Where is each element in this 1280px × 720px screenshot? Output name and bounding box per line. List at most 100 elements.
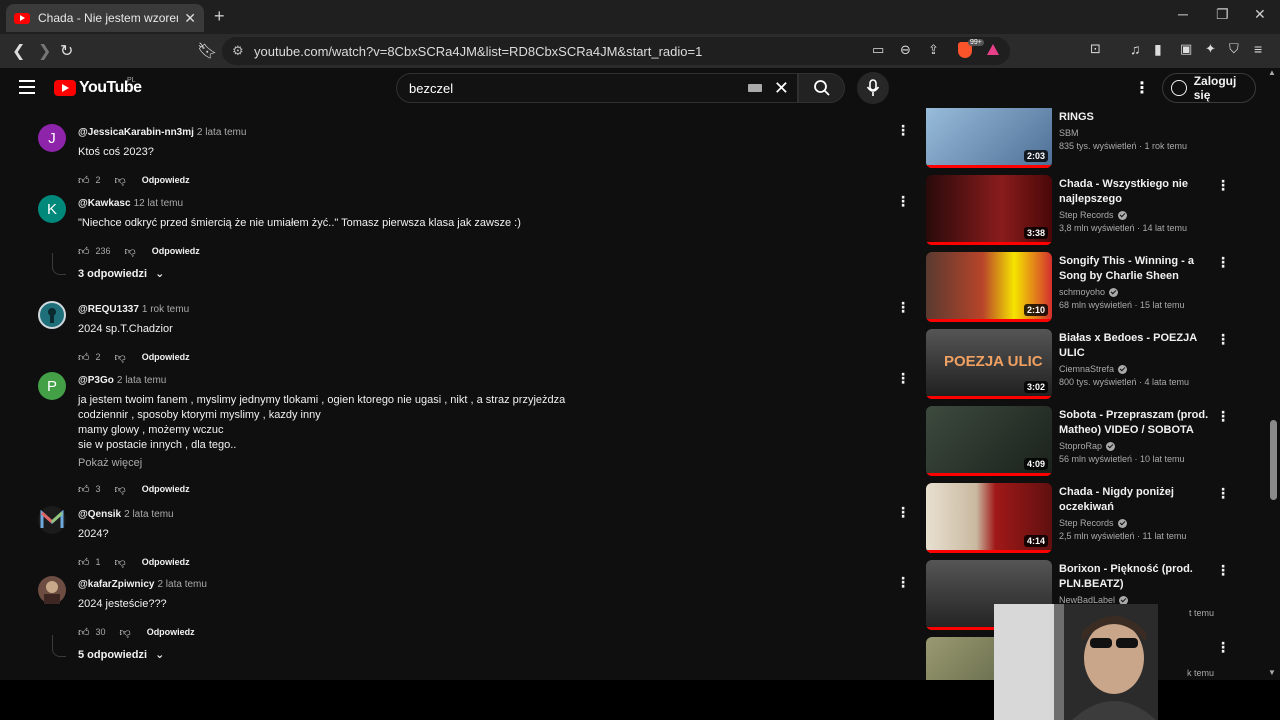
dislike-icon[interactable]: 👎︎: [115, 351, 126, 364]
channel-name[interactable]: StoproRap: [1059, 441, 1102, 451]
leo-ai-icon[interactable]: ✦: [1205, 41, 1216, 57]
comment-menu-icon[interactable]: ⋮: [896, 193, 910, 210]
scroll-up-icon[interactable]: ▲: [1268, 68, 1276, 77]
avatar[interactable]: K: [38, 195, 66, 223]
related-video[interactable]: 4:14 Chada - Nigdy poniżej oczekiwań Ste…: [926, 483, 1230, 555]
like-icon[interactable]: 👍︎: [78, 245, 90, 258]
share-icon[interactable]: ⇪: [928, 42, 939, 58]
video-menu-icon[interactable]: ⋮: [1216, 177, 1230, 194]
video-thumbnail[interactable]: POEZJA ULIC 3:02: [926, 329, 1052, 399]
comment-age[interactable]: 1 rok temu: [142, 304, 189, 315]
related-video[interactable]: 2:10 Songify This - Winning - a Song by …: [926, 252, 1230, 324]
browser-tab-active[interactable]: Chada - Nie jestem wzorem świ ✕: [6, 4, 204, 32]
comment-age[interactable]: 2 lata temu: [124, 509, 173, 520]
media-icon[interactable]: ♫: [1130, 41, 1141, 57]
video-menu-icon[interactable]: ⋮: [1216, 254, 1230, 271]
sign-in-button[interactable]: Zaloguj się: [1162, 73, 1256, 103]
brave-rewards-icon[interactable]: [987, 44, 999, 55]
voice-search-button[interactable]: [857, 72, 889, 104]
video-thumbnail[interactable]: 2:10: [926, 252, 1052, 322]
keyboard-icon[interactable]: [747, 84, 762, 92]
comment-author[interactable]: @kafarZpiwnicy: [78, 579, 154, 590]
video-title[interactable]: Songify This - Winning - a Song by Charl…: [1059, 254, 1214, 284]
close-window-icon[interactable]: ✕: [1254, 6, 1266, 23]
back-icon[interactable]: ❮: [12, 41, 25, 61]
comment-menu-icon[interactable]: ⋮: [896, 299, 910, 316]
related-video[interactable]: 3:38 Chada - Wszystkiego nie najlepszego…: [926, 175, 1230, 247]
video-title[interactable]: Białas x Bedoes - POEZJA ULIC: [1059, 331, 1214, 361]
comment-menu-icon[interactable]: ⋮: [896, 370, 910, 387]
reply-button[interactable]: Odpowiedz: [142, 175, 190, 185]
comment-age[interactable]: 2 lata temu: [117, 375, 166, 386]
scroll-down-icon[interactable]: ▼: [1268, 668, 1276, 677]
video-thumbnail[interactable]: 4:14: [926, 483, 1052, 553]
avatar[interactable]: [38, 576, 66, 604]
video-menu-icon[interactable]: ⋮: [1216, 639, 1230, 656]
video-menu-icon[interactable]: ⋮: [1216, 331, 1230, 348]
view-replies-button[interactable]: 5 odpowiedzi ⌄: [78, 648, 164, 662]
forward-icon[interactable]: ❯: [38, 41, 51, 61]
search-query[interactable]: bezczel: [409, 81, 748, 96]
avatar[interactable]: [38, 506, 66, 534]
video-title[interactable]: Chada - Nigdy poniżej oczekiwań: [1059, 485, 1214, 515]
guide-menu-icon[interactable]: [19, 80, 35, 94]
settings-more-icon[interactable]: ⋮: [1134, 78, 1150, 98]
dislike-icon[interactable]: 👎︎: [125, 245, 136, 258]
wallet-icon[interactable]: ▣: [1180, 41, 1192, 57]
comment-menu-icon[interactable]: ⋮: [896, 122, 910, 139]
comment-age[interactable]: 2 lata temu: [197, 127, 246, 138]
reply-button[interactable]: Odpowiedz: [142, 484, 190, 494]
view-replies-button[interactable]: 3 odpowiedzi ⌄: [78, 267, 164, 281]
show-more-button[interactable]: Pokaż więcej: [78, 457, 878, 469]
channel-name[interactable]: Step Records: [1059, 210, 1114, 220]
zoom-icon[interactable]: ⊖: [900, 42, 911, 58]
address-bar[interactable]: ⚙︎ youtube.com/watch?v=8CbxSCRa4JM&list=…: [222, 37, 1010, 65]
clear-search-icon[interactable]: ✕: [774, 78, 789, 99]
minimize-icon[interactable]: ─: [1178, 6, 1188, 22]
video-menu-icon[interactable]: ⋮: [1216, 408, 1230, 425]
dislike-icon[interactable]: 👎︎: [115, 556, 126, 569]
channel-name[interactable]: SBM: [1059, 128, 1079, 138]
avatar[interactable]: J: [38, 124, 66, 152]
reply-button[interactable]: Odpowiedz: [147, 627, 195, 637]
video-title[interactable]: Borixon - Piękność (prod. PLN.BEATZ): [1059, 562, 1214, 592]
maximize-icon[interactable]: ❐: [1216, 6, 1229, 23]
comment-author[interactable]: @JessicaKarabin-nn3mj: [78, 127, 194, 138]
bookmark-icon[interactable]: 🔖︎: [197, 41, 217, 61]
like-icon[interactable]: 👍︎: [78, 351, 90, 364]
screenshot-icon[interactable]: ⊡: [1090, 41, 1101, 57]
youtube-logo-icon[interactable]: [54, 80, 76, 96]
video-thumbnail[interactable]: 3:38: [926, 175, 1052, 245]
comment-author[interactable]: @Kawkasc: [78, 198, 131, 209]
related-video[interactable]: 2:03 RINGS SBM 835 tys. wyświetleń · 1 r…: [926, 108, 1230, 170]
like-icon[interactable]: 👍︎: [78, 483, 90, 496]
page-scrollbar[interactable]: [1268, 108, 1280, 680]
related-video[interactable]: 4:09 Sobota - Przepraszam (prod. Matheo)…: [926, 406, 1230, 478]
reply-button[interactable]: Odpowiedz: [152, 246, 200, 256]
dislike-icon[interactable]: 👎︎: [115, 174, 126, 187]
video-menu-icon[interactable]: ⋮: [1216, 562, 1230, 579]
dislike-icon[interactable]: 👎︎: [115, 483, 126, 496]
cast-icon[interactable]: ▭: [872, 42, 884, 58]
reply-button[interactable]: Odpowiedz: [142, 352, 190, 362]
avatar[interactable]: P: [38, 372, 66, 400]
reload-icon[interactable]: ↻: [60, 41, 73, 61]
search-button[interactable]: [798, 73, 845, 103]
comment-menu-icon[interactable]: ⋮: [896, 504, 910, 521]
new-tab-button[interactable]: +: [214, 6, 225, 27]
comment-menu-icon[interactable]: ⋮: [896, 574, 910, 591]
comment-author[interactable]: @P3Go: [78, 375, 114, 386]
video-thumbnail[interactable]: 2:03: [926, 108, 1052, 168]
comment-author[interactable]: @Qensik: [78, 509, 121, 520]
like-icon[interactable]: 👍︎: [78, 174, 90, 187]
vpn-icon[interactable]: ⛉: [1229, 41, 1239, 57]
sidebar-icon[interactable]: ▮: [1154, 41, 1162, 58]
like-icon[interactable]: 👍︎: [78, 626, 90, 639]
reply-button[interactable]: Odpowiedz: [142, 557, 190, 567]
comment-age[interactable]: 12 lat temu: [134, 198, 183, 209]
site-info-icon[interactable]: ⚙︎: [232, 43, 244, 59]
video-title[interactable]: Chada - Wszystkiego nie najlepszego: [1059, 177, 1214, 207]
tab-close-icon[interactable]: ✕: [184, 10, 196, 27]
video-title[interactable]: RINGS: [1059, 110, 1214, 125]
channel-name[interactable]: Step Records: [1059, 518, 1114, 528]
